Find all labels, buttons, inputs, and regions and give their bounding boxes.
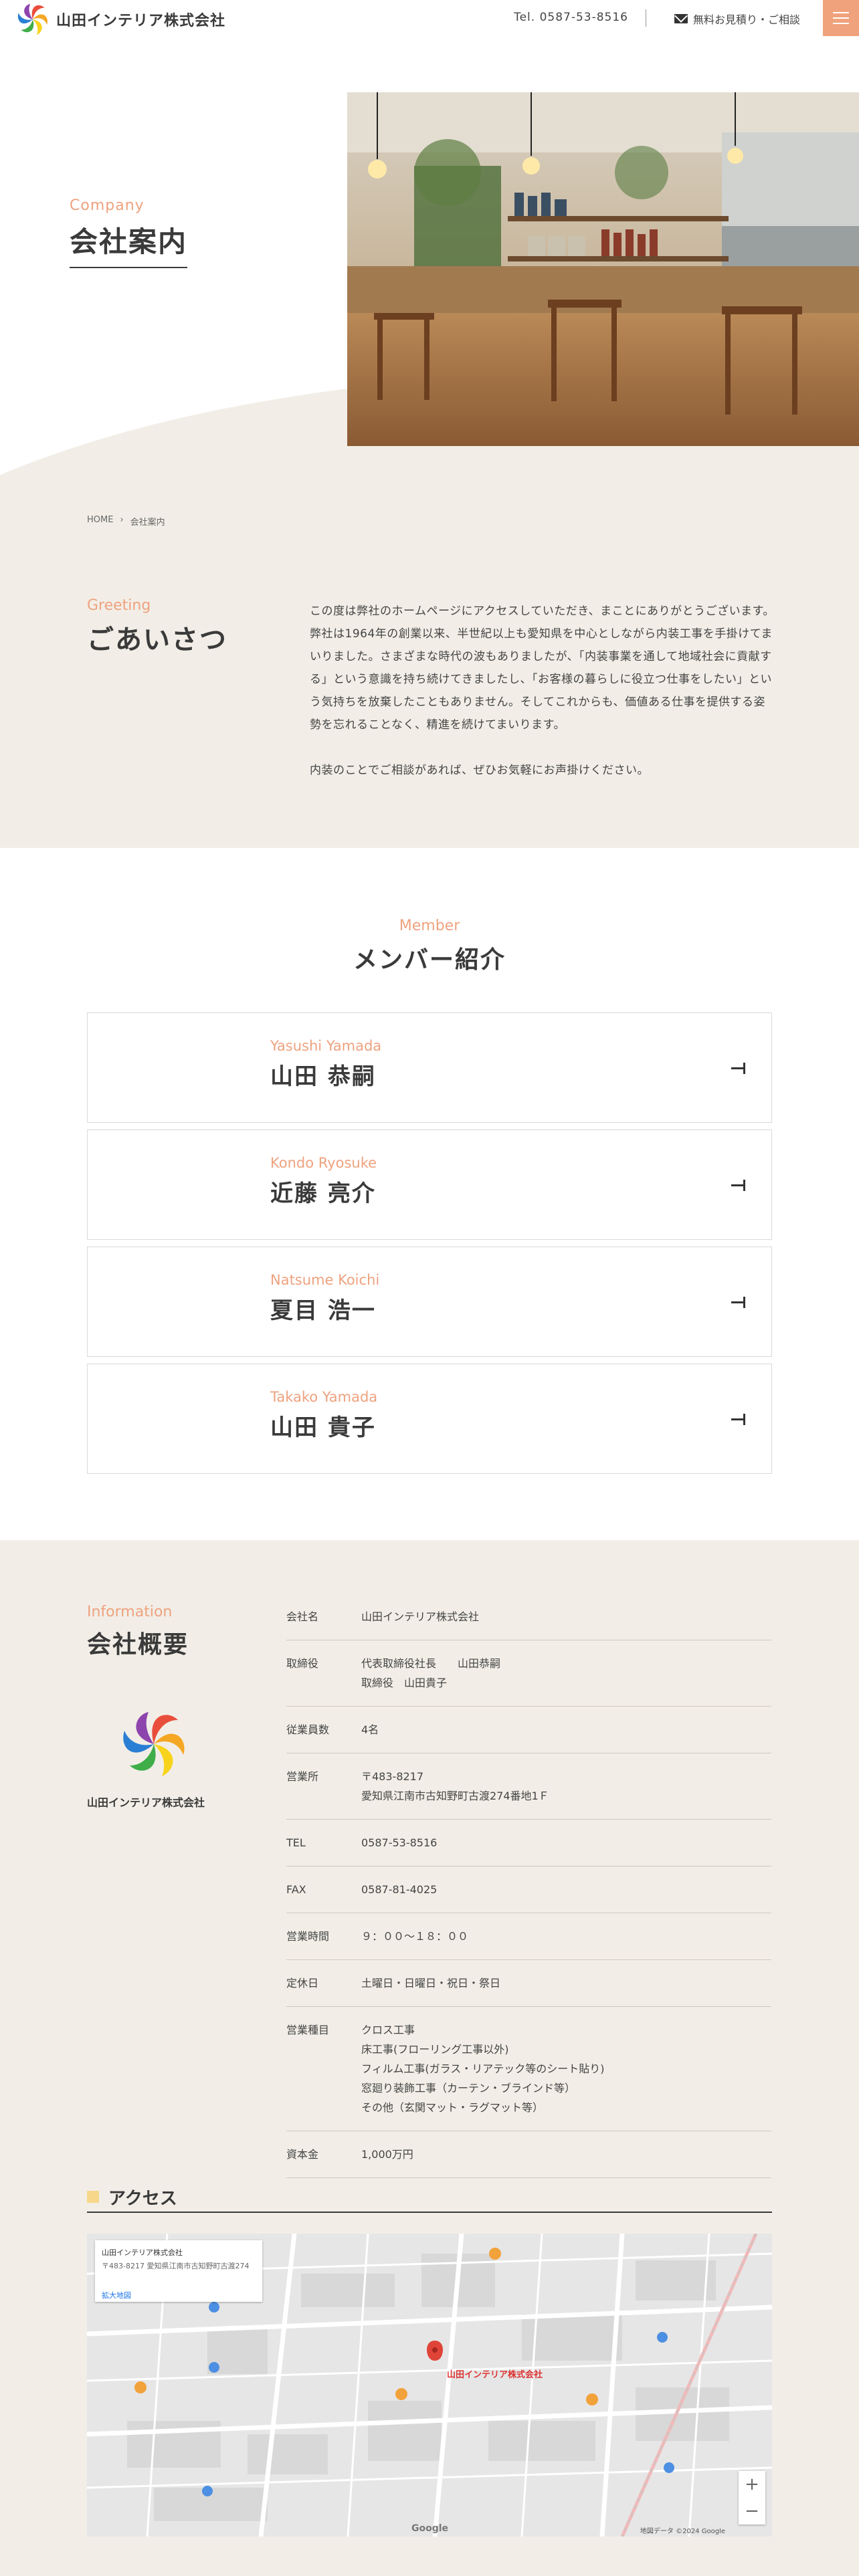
hero-photo — [347, 92, 859, 446]
map-info-card: 山田インテリア株式会社 〒483-8217 愛知県江南市古知野町古渡274 拡大… — [95, 2240, 262, 2302]
google-map[interactable]: 山田インテリア株式会社 〒483-8217 愛知県江南市古知野町古渡274 拡大… — [87, 2234, 772, 2537]
arrow-right-icon — [731, 1295, 747, 1310]
table-row: 会社名 山田インテリア株式会社 — [286, 1594, 771, 1640]
cafe-interior-image — [347, 92, 859, 446]
company-name: 山田インテリア株式会社 — [56, 13, 226, 29]
estimate-link[interactable]: 無料お見積り・ご相談 — [674, 11, 800, 27]
member-name-ja: 夏目 浩一 — [270, 1297, 376, 1324]
members-section: Member メンバー紹介 Yasushi Yamada 山田 恭嗣 Kondo… — [0, 848, 859, 1540]
greeting-label: Greeting — [87, 597, 151, 614]
map-card-address: 〒483-8217 愛知県江南市古知野町古渡274 — [102, 2262, 250, 2270]
member-card[interactable]: Takako Yamada 山田 貴子 — [87, 1364, 772, 1474]
table-row: 資本金 1,000万円 — [286, 2131, 771, 2178]
member-name-en: Yasushi Yamada — [270, 1038, 382, 1054]
info-value: ９：００〜１８：００ — [361, 1930, 469, 1943]
info-label: Information — [87, 1604, 173, 1620]
company-logo-icon — [123, 1712, 185, 1776]
member-name-en: Natsume Koichi — [270, 1272, 380, 1288]
access-heading: アクセス — [87, 2182, 772, 2213]
header-tel[interactable]: Tel. 0587-53-8516 — [514, 11, 628, 24]
arrow-right-icon — [731, 1178, 747, 1193]
info-value: 土曜日・日曜日・祝日・祭日 — [361, 1977, 501, 1990]
member-card[interactable]: Natsume Koichi 夏目 浩一 — [87, 1247, 772, 1357]
estimate-label: 無料お見積り・ご相談 — [692, 13, 800, 26]
info-value: 0587-53-8516 — [361, 1836, 438, 1849]
hero: Company 会社案内 — [0, 39, 859, 507]
greeting-title: ごあいさつ — [87, 625, 227, 655]
table-row: 従業員数 4名 — [286, 1707, 771, 1753]
member-card[interactable]: Kondo Ryosuke 近藤 亮介 — [87, 1130, 772, 1240]
menu-button[interactable] — [823, 0, 859, 36]
member-name-en: Kondo Ryosuke — [270, 1155, 377, 1171]
mail-icon — [674, 14, 688, 23]
zoom-in-button[interactable]: + — [739, 2471, 765, 2498]
arrow-right-icon — [731, 1061, 747, 1076]
map-attribution[interactable]: 地図データ ©2024 Google — [640, 2525, 725, 2535]
hamburger-icon — [833, 17, 849, 19]
members-title: メンバー紹介 — [353, 946, 506, 974]
breadcrumb: HOME › 会社案内 — [87, 515, 165, 528]
hamburger-icon — [833, 12, 849, 13]
hero-label: Company — [70, 197, 145, 214]
logo-link[interactable]: 山田インテリア株式会社 — [13, 0, 225, 39]
info-key: FAX — [286, 1883, 306, 1896]
breadcrumb-current: 会社案内 — [130, 518, 165, 528]
zoom-out-button[interactable]: − — [739, 2498, 765, 2525]
info-key: 従業員数 — [286, 1723, 330, 1736]
info-value: 1,000万円 — [361, 2148, 413, 2161]
table-row: 営業種目 クロス工事 床工事(フローリング工事以外) フィルム工事(ガラス・リアテ… — [286, 2007, 771, 2131]
info-key: 資本金 — [286, 2148, 319, 2161]
access-title: アクセス — [108, 2188, 177, 2209]
breadcrumb-home[interactable]: HOME — [87, 515, 113, 528]
member-name-ja: 山田 恭嗣 — [270, 1063, 376, 1090]
table-row: FAX 0587-81-4025 — [286, 1866, 771, 1913]
info-key: 会社名 — [286, 1610, 319, 1623]
info-value: クロス工事 床工事(フローリング工事以外) フィルム工事(ガラス・リアテック等の… — [361, 2024, 605, 2114]
member-card[interactable]: Yasushi Yamada 山田 恭嗣 — [87, 1012, 772, 1123]
map-enlarge-link[interactable]: 拡大地図 — [102, 2290, 256, 2300]
table-row: 営業所 〒483-8217 愛知県江南市古知野町古渡274番地1Ｆ — [286, 1753, 771, 1820]
google-logo: Google — [411, 2523, 449, 2534]
members-label: Member — [399, 918, 460, 934]
table-row: 取締役 代表取締役社長 山田恭嗣 取締役 山田貴子 — [286, 1640, 771, 1707]
map-pin-label[interactable]: 山田インテリア株式会社 — [447, 2367, 543, 2380]
table-row: TEL 0587-53-8516 — [286, 1820, 771, 1866]
info-key: 取締役 — [286, 1657, 319, 1670]
table-row: 営業時間 ９：００〜１８：００ — [286, 1913, 771, 1960]
info-value: 山田インテリア株式会社 — [361, 1610, 480, 1623]
table-row: 定休日 土曜日・日曜日・祝日・祭日 — [286, 1960, 771, 2007]
info-logo-text: 山田インテリア株式会社 — [87, 1796, 205, 1809]
map-card-title: 山田インテリア株式会社 — [102, 2248, 183, 2257]
arrow-right-icon — [731, 1412, 747, 1427]
info-key: 営業時間 — [286, 1930, 330, 1943]
info-key: 営業種目 — [286, 2024, 330, 2036]
page: 山田インテリア株式会社 Tel. 0587-53-8516 無料お見積り・ご相談… — [0, 0, 859, 2576]
greeting-paragraph: この度は弊社のホームページにアクセスしていただき、まことにありがとうございます。… — [310, 605, 775, 732]
page-title: 会社案内 — [70, 219, 188, 268]
heading-marker-icon — [87, 2191, 99, 2203]
info-value: 4名 — [361, 1723, 379, 1736]
map-zoom-control: + − — [739, 2471, 765, 2525]
company-logo-icon — [17, 3, 48, 35]
site-header: 山田インテリア株式会社 Tel. 0587-53-8516 無料お見積り・ご相談 — [0, 0, 859, 39]
info-key: 定休日 — [286, 1977, 319, 1990]
breadcrumb-separator: › — [120, 515, 124, 525]
info-value: 代表取締役社長 山田恭嗣 取締役 山田貴子 — [361, 1657, 501, 1689]
info-value: 0587-81-4025 — [361, 1883, 438, 1896]
info-key: TEL — [286, 1836, 306, 1849]
member-name-en: Takako Yamada — [270, 1389, 378, 1405]
member-name-ja: 近藤 亮介 — [270, 1180, 376, 1207]
greeting-body: この度は弊社のホームページにアクセスしていただき、まことにありがとうございます。… — [310, 600, 775, 804]
company-info-table: 会社名 山田インテリア株式会社 取締役 代表取締役社長 山田恭嗣 取締役 山田貴子 … — [286, 1594, 771, 2178]
info-value: 〒483-8217 愛知県江南市古知野町古渡274番地1Ｆ — [361, 1770, 549, 1802]
info-key: 営業所 — [286, 1770, 319, 1783]
greeting-paragraph: 内装のことでご相談があれば、ぜひお気軽にお声掛けください。 — [310, 764, 649, 777]
member-name-ja: 山田 貴子 — [270, 1414, 376, 1441]
info-title: 会社概要 — [87, 1631, 189, 1658]
hamburger-icon — [833, 23, 849, 24]
